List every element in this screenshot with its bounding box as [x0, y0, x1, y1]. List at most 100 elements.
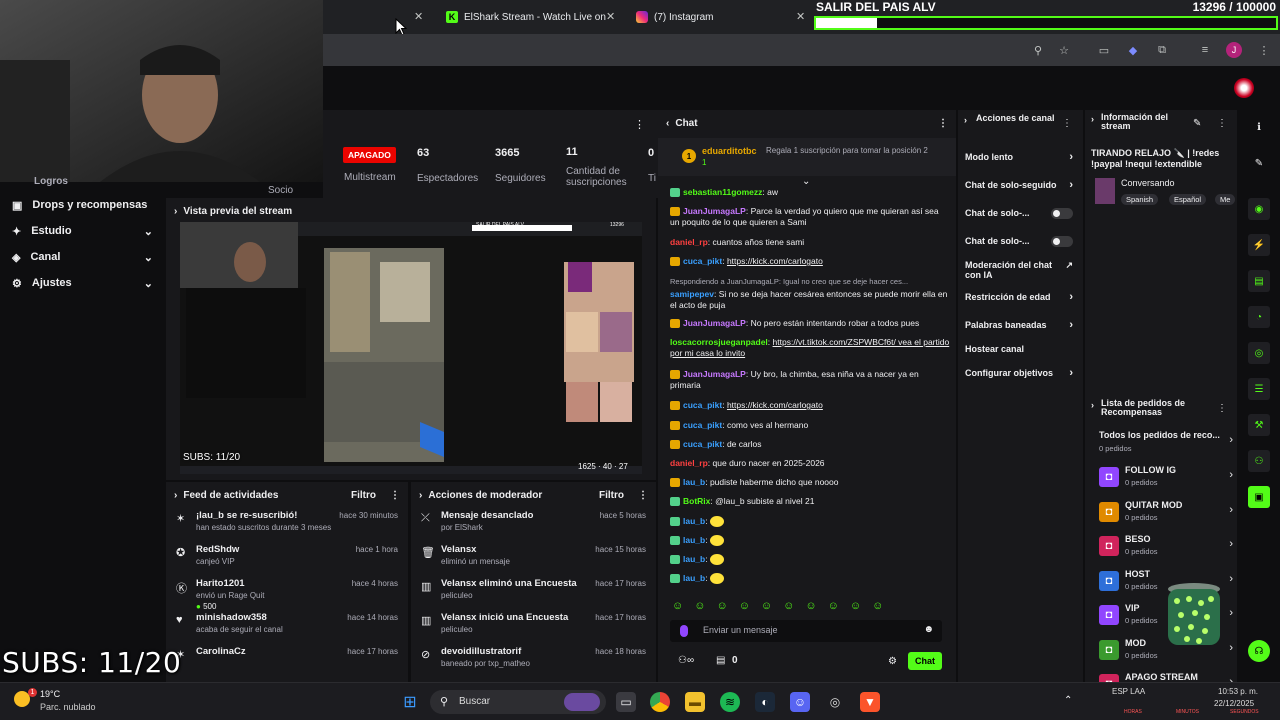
chat-username[interactable]: lau_b [683, 554, 705, 564]
chat-message[interactable]: samipepev: Si no se deja hacer cesárea e… [670, 289, 950, 311]
more-options-icon[interactable]: ⋮ [638, 490, 648, 501]
activity-filter-button[interactable]: Filtro [351, 490, 376, 501]
media-icon[interactable]: ≡ [1198, 43, 1212, 57]
chat-message[interactable]: JuanJumagaLP: Uy bro, la chimba, esa niñ… [670, 369, 950, 391]
tag-chip[interactable]: Me [1215, 194, 1236, 205]
chat-message[interactable]: lau_b: pudiste haberme dicho que noooo [670, 477, 950, 488]
chat-message[interactable]: sebastian11gomezz: aw [670, 187, 950, 198]
chat-input[interactable]: Enviar un mensaje ☻ [670, 620, 942, 642]
nav-ajustes[interactable]: ⚙ Ajustes ⌄ [0, 270, 165, 296]
mod-filter-button[interactable]: Filtro [599, 490, 624, 501]
user-avatar[interactable] [1234, 78, 1254, 98]
chat-message[interactable]: daniel_rp: que duro nacer en 2025-2026 [670, 458, 950, 469]
language-indicator[interactable]: ESP LAA [1112, 687, 1145, 696]
more-options-icon[interactable]: ⋮ [1217, 403, 1227, 414]
chat-username[interactable]: cuca_pikt [683, 256, 722, 266]
windows-start-icon[interactable]: ⊞ [400, 692, 420, 712]
chat-username[interactable]: JuanJumagaLP [683, 369, 746, 379]
channel-action-item[interactable]: Hostear canal [965, 344, 1077, 354]
chat-username[interactable]: lau_b [683, 535, 705, 545]
reward-all[interactable]: Todos los pedidos de reco... 0 pedidos › [1099, 430, 1233, 460]
toggle-switch[interactable] [1051, 208, 1073, 219]
chat-username[interactable]: cuca_pikt [683, 400, 722, 410]
chat-message[interactable]: lau_b: [670, 516, 950, 528]
reward-item[interactable]: ◘ FOLLOW IG 0 pedidos › [1099, 465, 1233, 495]
tray-date[interactable]: 22/12/2025 [1214, 699, 1254, 708]
channel-action-item[interactable]: Moderación del chat con IA ↗ [965, 260, 1077, 280]
chat-username[interactable]: JuanJumagaLP [683, 318, 746, 328]
chat-message[interactable]: cuca_pikt: https://kick.com/carlogato [670, 400, 950, 411]
profile-avatar[interactable]: J [1226, 42, 1242, 58]
channel-action-item[interactable]: Chat de solo-seguidores › [965, 180, 1077, 191]
obs-icon[interactable]: ◎ [825, 692, 845, 712]
toggle-switch[interactable] [1051, 236, 1073, 247]
tag-chip[interactable]: Español [1169, 194, 1207, 205]
chat-message[interactable]: Respondiendo a JuanJumagaLP: Igual no cr… [670, 276, 950, 287]
tag-chip[interactable]: Spanish [1121, 194, 1159, 205]
more-options-icon[interactable]: ⋮ [1217, 118, 1227, 129]
tab-instagram[interactable]: (7) Instagram [636, 6, 796, 28]
broadcast-icon[interactable]: ◎ [1248, 342, 1270, 364]
channel-action-item[interactable]: Chat de solo-... [965, 236, 1077, 247]
more-options-icon[interactable]: ⋮ [1062, 118, 1072, 129]
close-tab-icon[interactable]: ✕ [414, 10, 423, 23]
lightning-icon[interactable]: ⚡ [1248, 234, 1270, 256]
more-options-icon[interactable]: ⋮ [634, 118, 645, 131]
chat-username[interactable]: lau_b [683, 573, 705, 583]
chat-text[interactable]: https://kick.com/carlogato [727, 400, 823, 410]
chat-username[interactable]: daniel_rp [670, 458, 708, 468]
cast-icon[interactable]: ▭ [1097, 43, 1111, 57]
chat-username[interactable]: samipepev [670, 289, 714, 299]
chat-username[interactable]: BotRix [683, 496, 710, 506]
chat-message[interactable]: loscacorrosjueganpadel: https://vt.tikto… [670, 337, 950, 359]
close-tab-icon[interactable]: ✕ [796, 10, 805, 23]
file-explorer-icon[interactable]: ▬ [685, 692, 705, 712]
more-options-icon[interactable]: ⋮ [938, 118, 948, 129]
chat-username[interactable]: lau_b [683, 516, 705, 526]
bookmark-star-icon[interactable]: ☆ [1057, 43, 1071, 57]
chat-text[interactable]: https://kick.com/carlogato [727, 256, 823, 266]
multistream-label[interactable]: Multistream [344, 172, 396, 183]
nav-drops[interactable]: ▣ Drops y recompensas [0, 192, 165, 218]
channel-action-item[interactable]: Configurar objetivos › [965, 368, 1077, 379]
menu-dots-icon[interactable]: ⋮ [1257, 43, 1271, 57]
chat-message[interactable]: cuca_pikt: https://kick.com/carlogato [670, 256, 950, 267]
reward-item[interactable]: ◘ BESO 0 pedidos › [1099, 534, 1233, 564]
puzzle-icon[interactable]: ⧉ [1155, 43, 1169, 57]
nav-estudio[interactable]: ✦ Estudio ⌄ [0, 218, 165, 244]
chat-message[interactable]: JuanJumagaLP: No pero están intentando r… [670, 318, 950, 329]
chat-username[interactable]: sebastian11gomezz [683, 187, 762, 197]
extension-icon[interactable]: ◆ [1126, 43, 1140, 57]
more-options-icon[interactable]: ⋮ [390, 490, 400, 501]
nav-canal[interactable]: ◈ Canal ⌄ [0, 244, 165, 270]
chat-message[interactable]: BotRix: @lau_b subiste al nivel 21 [670, 496, 950, 507]
close-tab-icon[interactable]: ✕ [606, 10, 615, 23]
channel-action-item[interactable]: Chat de solo-... [965, 208, 1077, 219]
channel-action-item[interactable]: Restricción de edad › [965, 292, 1077, 303]
steam-icon[interactable]: ◐ [755, 692, 775, 712]
chat-username[interactable]: lau_b [683, 477, 705, 487]
chat-send-button[interactable]: Chat [908, 652, 942, 670]
taskbar-search[interactable]: ⚲ Buscar [430, 690, 606, 714]
emote-icons[interactable]: ☺☺☺☺☺☺☺☺☺☺ [672, 600, 894, 612]
chat-message[interactable]: lau_b: [670, 573, 950, 585]
reward-item[interactable]: ◘ QUITAR MOD 0 pedidos › [1099, 500, 1233, 530]
task-view-icon[interactable]: ▭ [616, 692, 636, 712]
chat-message[interactable]: lau_b: [670, 535, 950, 547]
chat-message[interactable]: cuca_pikt: como ves al hermano [670, 420, 950, 431]
edit-pencil-icon[interactable]: ✎ [1193, 118, 1201, 129]
chat-bubble-icon[interactable]: ◔ [1248, 306, 1270, 328]
brave-icon[interactable]: ▼ [860, 692, 880, 712]
chat-message[interactable]: daniel_rp: cuantos años tiene sami [670, 237, 950, 248]
people-icon[interactable]: ⚇∞ [678, 655, 694, 666]
edit-pencil-icon[interactable]: ✎ [1248, 152, 1270, 174]
chat-message[interactable]: cuca_pikt: de carlos [670, 439, 950, 450]
app-icon[interactable]: ▣ [1248, 486, 1270, 508]
chat-username[interactable]: JuanJumagaLP [683, 206, 746, 216]
info-icon[interactable]: ℹ [1248, 116, 1270, 138]
chat-message[interactable]: lau_b: [670, 554, 950, 566]
tab-elshark[interactable]: K ElShark Stream - Watch Live on [446, 6, 626, 28]
camera-icon[interactable]: ◉ [1248, 198, 1270, 220]
channel-action-item[interactable]: Palabras baneadas › [965, 320, 1077, 331]
chat-username[interactable]: cuca_pikt [683, 439, 722, 449]
